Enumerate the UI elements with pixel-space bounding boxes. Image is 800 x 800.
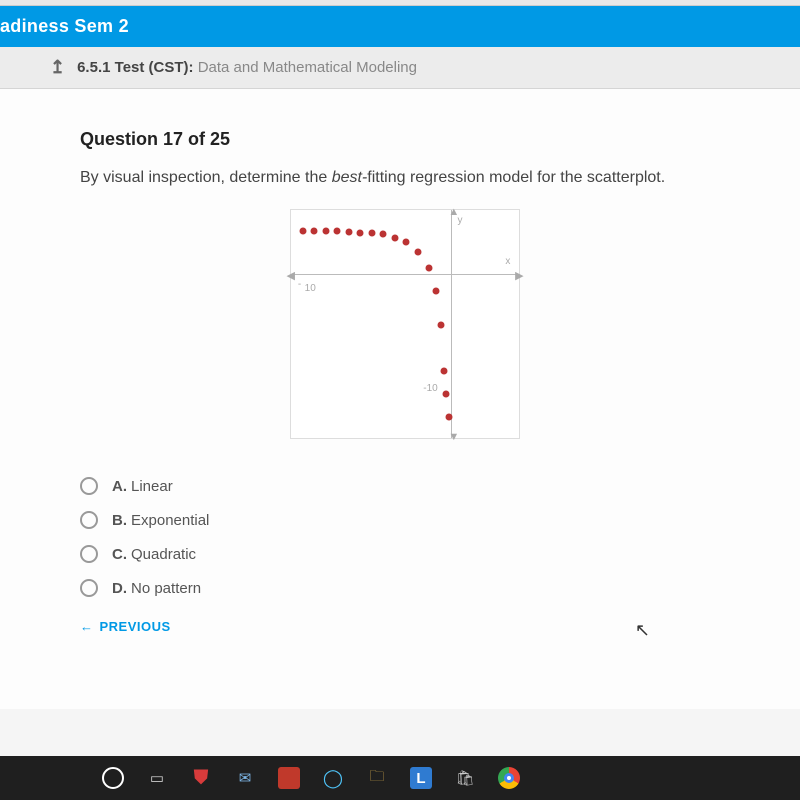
answer-letter: B. (112, 512, 127, 529)
radio-icon[interactable] (80, 511, 98, 529)
chrome-icon[interactable] (496, 765, 522, 791)
data-point (426, 264, 433, 271)
test-header-bar: ↥ 6.5.1 Test (CST): Data and Mathematica… (0, 47, 800, 89)
previous-label: PREVIOUS (100, 619, 171, 634)
start-circle-icon[interactable] (100, 765, 126, 791)
answer-option-D[interactable]: D.No pattern (80, 571, 730, 605)
data-point (432, 287, 439, 294)
data-point (311, 227, 318, 234)
windows-taskbar[interactable]: ▭ ⛊ ✉ ◯ 🗀 L 🛍 (0, 756, 800, 800)
file-explorer-icon[interactable]: 🗀 (364, 765, 390, 791)
test-subtitle: Data and Mathematical Modeling (198, 59, 417, 76)
ms-store-icon[interactable]: 🛍 (452, 765, 478, 791)
answer-letter: D. (112, 580, 127, 597)
edge-icon[interactable]: ◯ (320, 765, 346, 791)
data-point (357, 230, 364, 237)
answer-option-A[interactable]: A.Linear (80, 469, 730, 503)
data-point (380, 231, 387, 238)
data-point (299, 227, 306, 234)
data-point (445, 414, 452, 421)
data-point (403, 239, 410, 246)
question-panel: Question 17 of 25 By visual inspection, … (0, 89, 800, 709)
data-point (443, 391, 450, 398)
data-point (391, 234, 398, 241)
mcafee-icon[interactable]: ⛊ (188, 765, 214, 791)
arrow-down-icon: ▼ (448, 431, 459, 443)
previous-button[interactable]: ← PREVIOUS (80, 619, 171, 634)
data-point (368, 230, 375, 237)
data-point (345, 229, 352, 236)
arrow-left-icon: ◀ (286, 269, 294, 282)
x-axis (291, 274, 519, 275)
app-L-icon[interactable]: L (408, 765, 434, 791)
scatterplot-chart: y x - 10 -10 ▲ ▼ ▶ ◀ (290, 209, 520, 439)
radio-icon[interactable] (80, 579, 98, 597)
arrow-left-icon: ← (80, 619, 94, 634)
answer-letter: C. (112, 546, 127, 563)
question-text: By visual inspection, determine the best… (80, 166, 730, 189)
answer-label: Exponential (131, 512, 209, 529)
back-icon[interactable]: ↥ (50, 57, 65, 78)
arrow-right-icon: ▶ (515, 269, 523, 282)
course-title: adiness Sem 2 (0, 16, 129, 36)
answer-list: A.LinearB.ExponentialC.QuadraticD.No pat… (80, 469, 730, 605)
arrow-up-icon: ▲ (448, 206, 459, 218)
data-point (322, 227, 329, 234)
question-counter: Question 17 of 25 (80, 129, 730, 150)
answer-label: Linear (131, 478, 173, 495)
tick-neg-x: - (298, 279, 301, 290)
radio-icon[interactable] (80, 477, 98, 495)
data-point (334, 227, 341, 234)
tick-value-10: 10 (305, 283, 316, 294)
answer-letter: A. (112, 478, 127, 495)
answer-label: No pattern (131, 580, 201, 597)
y-axis (451, 210, 452, 438)
course-banner: adiness Sem 2 (0, 6, 800, 47)
data-point (437, 322, 444, 329)
mouse-cursor-icon: ↖ (635, 620, 650, 641)
x-axis-label: x (505, 256, 510, 267)
radio-icon[interactable] (80, 545, 98, 563)
answer-option-C[interactable]: C.Quadratic (80, 537, 730, 571)
data-point (440, 368, 447, 375)
app-red-icon[interactable] (276, 765, 302, 791)
mail-icon[interactable]: ✉ (232, 765, 258, 791)
test-title: Test (CST): (115, 59, 194, 76)
task-view-icon[interactable]: ▭ (144, 765, 170, 791)
answer-label: Quadratic (131, 546, 196, 563)
tick-value-neg10: -10 (423, 383, 437, 394)
data-point (414, 248, 421, 255)
answer-option-B[interactable]: B.Exponential (80, 503, 730, 537)
test-number: 6.5.1 (77, 59, 110, 76)
